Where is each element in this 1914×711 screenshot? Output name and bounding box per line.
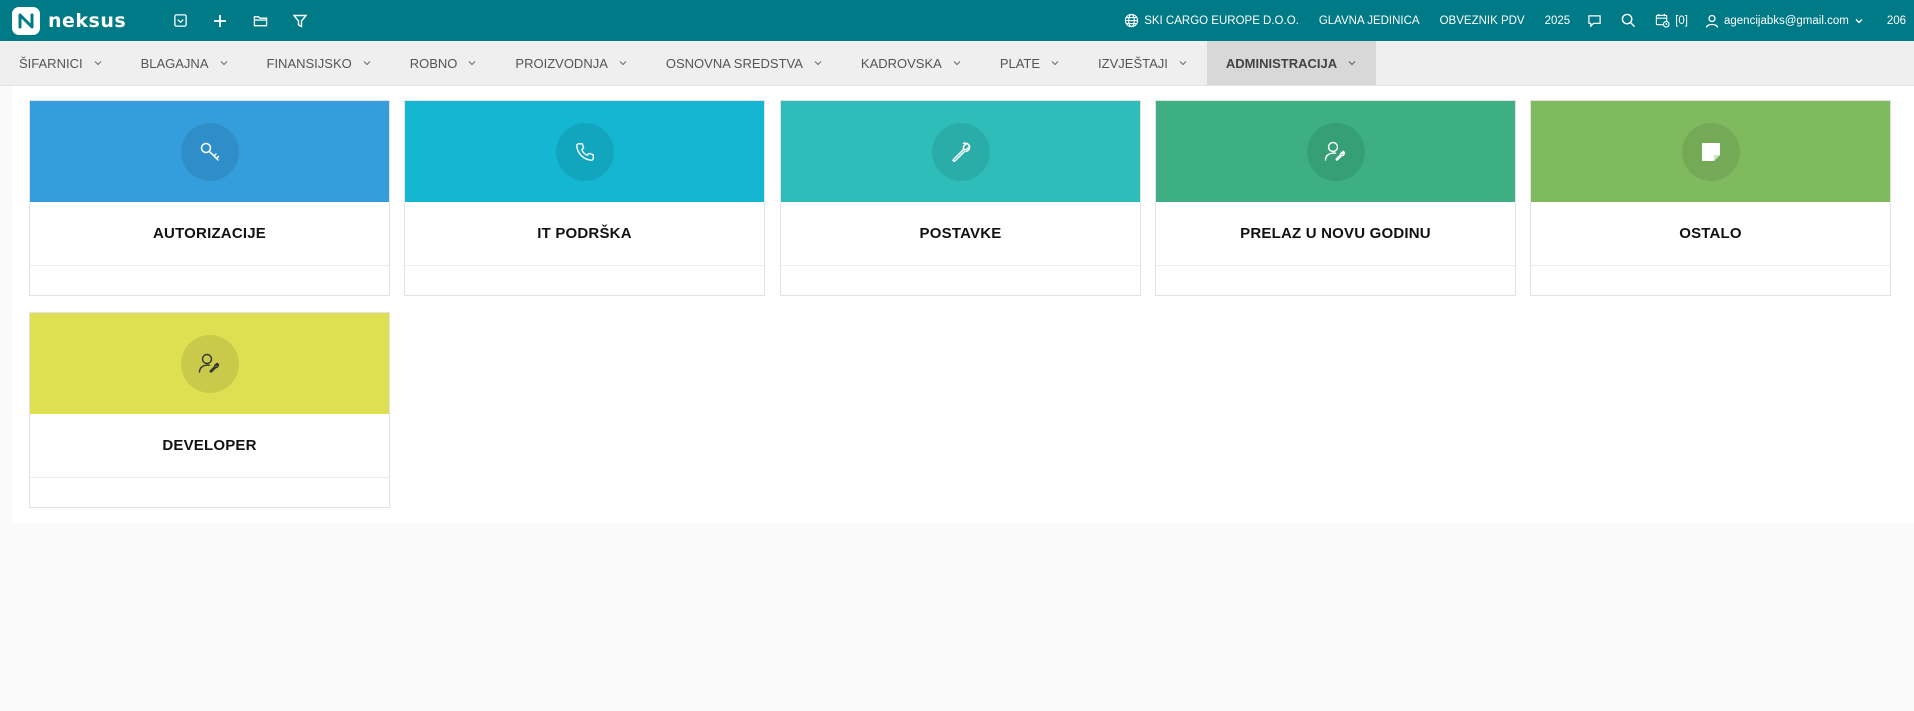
chevron-down-icon <box>619 61 627 66</box>
card-developer[interactable]: DEVELOPER <box>29 312 390 508</box>
unit-label: GLAVNA JEDINICA <box>1318 14 1420 27</box>
company-selector[interactable]: SKI CARGO EUROPE D.O.O. <box>1114 0 1309 41</box>
chat-icon[interactable] <box>1580 0 1614 41</box>
card-postavke[interactable]: POSTAVKE <box>780 100 1141 296</box>
user-email: agencijabks@gmail.com <box>1724 14 1849 27</box>
user-icon <box>1705 14 1719 28</box>
plus-icon[interactable] <box>200 0 240 41</box>
phone-icon <box>555 122 614 181</box>
notifications[interactable]: [0] <box>1648 0 1695 41</box>
card-ostalo[interactable]: OSTALO <box>1530 100 1891 296</box>
menu-label: PLATE <box>999 55 1041 71</box>
extra-number-label: 206 <box>1886 14 1906 27</box>
menu-robno[interactable]: ROBNO <box>391 41 497 85</box>
folder-icon[interactable] <box>240 0 280 41</box>
search-icon[interactable] <box>1614 0 1648 41</box>
user-wrench-icon <box>1306 122 1365 181</box>
card-title: IT PODRŠKA <box>405 202 764 266</box>
year-selector[interactable]: 2025 <box>1535 0 1581 41</box>
card-footer <box>1156 266 1515 295</box>
admin-panel: AUTORIZACIJE IT PODRŠKA POSTAVKE PRELAZ … <box>12 86 1914 523</box>
menu-kadrovska[interactable]: KADROVSKA <box>842 41 981 85</box>
menu-label: IZVJEŠTAJI <box>1098 55 1168 71</box>
card-autorizacije[interactable]: AUTORIZACIJE <box>29 100 390 296</box>
logo-icon <box>12 6 40 35</box>
globe-icon <box>1125 13 1139 28</box>
tax-status-label: OBVEZNIK PDV <box>1439 14 1525 27</box>
card-header <box>1156 101 1515 202</box>
top-bar: neksus SKI CARGO EUROPE D.O.O. GLAVNA JE… <box>0 0 1914 41</box>
menu-proizvodnja[interactable]: PROIZVODNJA <box>496 41 646 85</box>
chevron-down-icon <box>220 61 227 66</box>
menu-plate[interactable]: PLATE <box>981 41 1079 85</box>
user-wrench-icon <box>180 334 239 393</box>
menu-label: BLAGAJNA <box>140 55 209 71</box>
card-title: PRELAZ U NOVU GODINU <box>1156 202 1515 266</box>
menu-izvjestaji[interactable]: IZVJEŠTAJI <box>1079 41 1207 85</box>
menu-label: ROBNO <box>409 55 458 71</box>
menu-label: PROIZVODNJA <box>515 55 608 71</box>
menu-sifarnici[interactable]: ŠIFARNICI <box>0 41 122 85</box>
chevron-down-icon <box>94 61 102 66</box>
logo-text: neksus <box>48 9 127 32</box>
calendar-clock-icon <box>1656 13 1670 28</box>
card-footer <box>30 266 389 295</box>
card-footer <box>405 266 764 295</box>
key-icon <box>180 122 239 181</box>
inbox-icon[interactable] <box>160 0 200 41</box>
wrench-icon <box>931 122 990 181</box>
card-prelaz-u-novu-godinu[interactable]: PRELAZ U NOVU GODINU <box>1155 100 1516 296</box>
menu-label: ŠIFARNICI <box>19 55 83 71</box>
chevron-down-icon <box>363 61 371 66</box>
card-footer <box>30 478 389 507</box>
card-header <box>1531 101 1890 202</box>
year-label: 2025 <box>1544 14 1571 27</box>
menu-label: FINANSIJSKO <box>266 55 352 71</box>
card-title: DEVELOPER <box>30 414 389 478</box>
chevron-down-icon <box>1855 18 1863 23</box>
filter-icon[interactable] <box>280 0 320 41</box>
card-header <box>405 101 764 202</box>
company-name: SKI CARGO EUROPE D.O.O. <box>1144 14 1299 27</box>
extra-number: 206 <box>1879 0 1914 41</box>
main-menu: ŠIFARNICI BLAGAJNA FINANSIJSKO ROBNO PRO… <box>0 41 1914 86</box>
menu-finansijsko[interactable]: FINANSIJSKO <box>248 41 391 85</box>
user-menu[interactable]: agencijabks@gmail.com <box>1695 0 1879 41</box>
note-icon <box>1681 122 1740 181</box>
menu-administracija[interactable]: ADMINISTRACIJA <box>1206 41 1377 85</box>
chevron-down-icon <box>468 61 476 66</box>
menu-osnovna-sredstva[interactable]: OSNOVNA SREDSTVA <box>647 41 842 85</box>
card-title: AUTORIZACIJE <box>30 202 389 266</box>
chevron-down-icon <box>953 61 961 66</box>
menu-label: KADROVSKA <box>860 55 942 71</box>
unit-selector[interactable]: GLAVNA JEDINICA <box>1309 0 1430 41</box>
card-header <box>781 101 1140 202</box>
app-logo[interactable]: neksus <box>12 6 130 35</box>
tax-status[interactable]: OBVEZNIK PDV <box>1430 0 1535 41</box>
card-header <box>30 101 389 202</box>
menu-blagajna[interactable]: BLAGAJNA <box>122 41 248 85</box>
chevron-down-icon <box>814 61 822 66</box>
card-title: POSTAVKE <box>781 202 1140 266</box>
card-it-podrska[interactable]: IT PODRŠKA <box>404 100 765 296</box>
card-footer <box>1531 266 1890 295</box>
menu-label: OSNOVNA SREDSTVA <box>665 55 803 71</box>
chevron-down-icon <box>1051 61 1059 66</box>
chevron-down-icon <box>1179 61 1187 66</box>
notifications-count: [0] <box>1675 14 1688 27</box>
card-title: OSTALO <box>1531 202 1890 266</box>
chevron-down-icon <box>1348 61 1356 66</box>
card-header <box>30 313 389 414</box>
menu-label: ADMINISTRACIJA <box>1225 55 1338 71</box>
card-footer <box>781 266 1140 295</box>
